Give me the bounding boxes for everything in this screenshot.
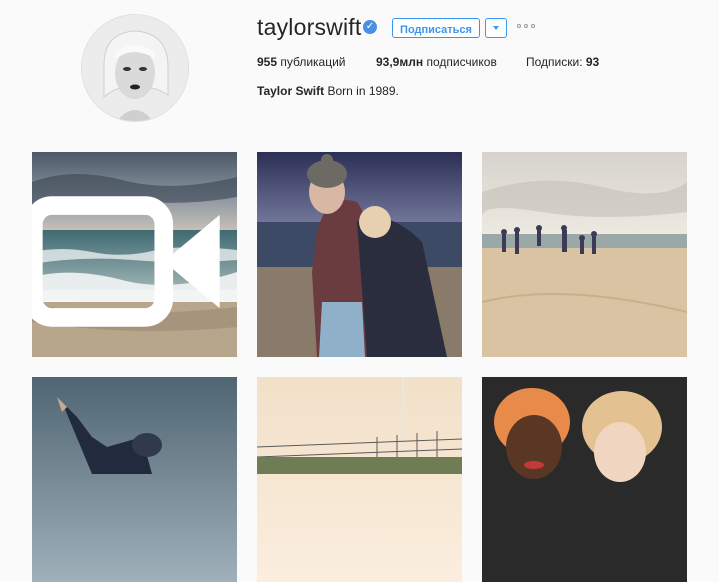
follow-options-button[interactable] xyxy=(485,18,507,38)
bio-text: Born in 1989. xyxy=(327,84,399,98)
followers-stat[interactable]: 93,9млн подписчиков xyxy=(376,55,497,69)
more-dot xyxy=(517,24,521,28)
following-count: 93 xyxy=(585,55,600,69)
post-thumbnail[interactable] xyxy=(32,152,237,357)
more-dot xyxy=(524,24,528,28)
post-thumbnail[interactable] xyxy=(482,152,687,357)
follow-button[interactable]: Подписаться xyxy=(392,18,480,38)
post-thumbnail[interactable] xyxy=(257,152,462,357)
followers-count: 93,9млн xyxy=(376,55,424,69)
chevron-down-icon xyxy=(493,26,499,30)
post-image-selfie xyxy=(482,377,687,582)
profile-username: taylorswift xyxy=(257,14,362,40)
followers-label: подписчиков xyxy=(426,55,497,69)
avatar-image xyxy=(82,15,188,121)
post-image-hug-beach xyxy=(257,152,462,357)
post-thumbnail[interactable] xyxy=(32,377,237,582)
following-label: Подписки: xyxy=(526,55,583,69)
verified-badge-icon: ✓ xyxy=(363,20,377,34)
post-thumbnail[interactable] xyxy=(482,377,687,582)
posts-label: публикаций xyxy=(280,55,346,69)
posts-stat: 955 публикаций xyxy=(257,55,346,69)
more-options-icon[interactable] xyxy=(517,23,537,31)
profile-avatar xyxy=(81,14,189,122)
bio-name: Taylor Swift xyxy=(257,84,325,98)
profile-bio: Taylor Swift Born in 1989. xyxy=(257,84,399,98)
post-thumbnail[interactable] xyxy=(257,377,462,582)
post-image-beach-running xyxy=(482,152,687,357)
post-image-fence-flagpole xyxy=(257,377,462,582)
video-camera-icon xyxy=(32,196,220,327)
more-dot xyxy=(531,24,535,28)
post-image-arm-raised xyxy=(32,377,237,582)
following-stat[interactable]: Подписки: 93 xyxy=(526,55,599,69)
posts-count: 955 xyxy=(257,55,278,69)
